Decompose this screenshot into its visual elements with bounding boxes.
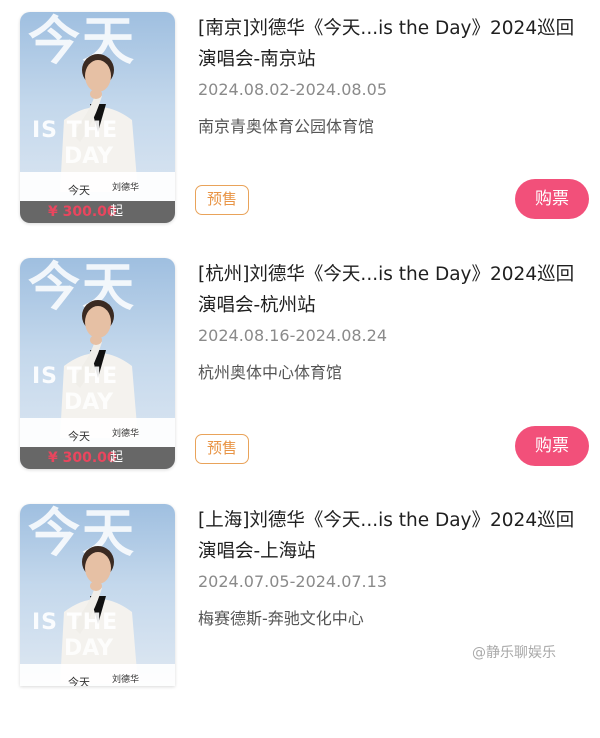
event-card-hangzhou[interactable]: 今天 IS THE DAY 今天 刘德华 ¥ 300.00 起 [杭州]刘德华《… <box>0 246 600 492</box>
event-venue: 南京青奥体育公园体育馆 <box>198 117 375 136</box>
price-value: ¥ 300.00 <box>48 204 117 220</box>
event-card-shanghai[interactable]: 今天 IS THE DAY 今天 刘德华 [上海]刘德华《今天...is the… <box>0 492 600 738</box>
poster-mini-name: 刘德华 <box>112 183 140 193</box>
poster-is-the: IS THE <box>32 610 119 635</box>
performer-photo <box>60 54 138 192</box>
presale-badge: 预售 <box>195 434 249 464</box>
buy-ticket-button[interactable]: 购票 <box>515 426 589 466</box>
poster-mini-title: 今天 <box>68 676 90 686</box>
event-title[interactable]: [杭州]刘德华《今天...is the Day》2024巡回演唱会-杭州站 <box>198 259 588 321</box>
poster-mini-name: 刘德华 <box>112 429 140 439</box>
price-value: ¥ 300.00 <box>48 450 117 466</box>
event-date: 2024.08.02-2024.08.05 <box>198 80 387 99</box>
presale-badge: 预售 <box>195 185 249 215</box>
buy-ticket-button[interactable]: 购票 <box>515 179 589 219</box>
event-venue: 梅赛德斯-奔驰文化中心 <box>198 609 364 628</box>
performer-photo <box>60 546 138 684</box>
performer-photo <box>60 300 138 438</box>
price-suffix: 起 <box>110 204 124 219</box>
event-title[interactable]: [上海]刘德华《今天...is the Day》2024巡回演唱会-上海站 <box>198 505 588 567</box>
poster-mini-title: 今天 <box>68 184 90 197</box>
poster-mini-title: 今天 <box>68 430 90 443</box>
event-card-nanjing[interactable]: 今天 IS THE DAY 今天 刘德华 ¥ 300.00 起 [南京]刘德华《… <box>0 0 600 246</box>
poster-footer <box>20 664 175 686</box>
poster-day: DAY <box>64 144 114 169</box>
event-venue: 杭州奥体中心体育馆 <box>198 363 343 382</box>
poster-day: DAY <box>64 636 114 661</box>
event-poster[interactable]: 今天 IS THE DAY 今天 刘德华 ¥ 300.00 起 <box>20 12 175 223</box>
event-poster[interactable]: 今天 IS THE DAY 今天 刘德华 <box>20 504 175 686</box>
poster-day: DAY <box>64 390 114 415</box>
price-suffix: 起 <box>110 450 124 465</box>
event-title[interactable]: [南京]刘德华《今天...is the Day》2024巡回演唱会-南京站 <box>198 13 588 75</box>
watermark: @静乐聊娱乐 <box>472 645 556 661</box>
poster-is-the: IS THE <box>32 364 119 389</box>
event-poster[interactable]: 今天 IS THE DAY 今天 刘德华 ¥ 300.00 起 <box>20 258 175 469</box>
poster-is-the: IS THE <box>32 118 119 143</box>
event-date: 2024.07.05-2024.07.13 <box>198 572 387 591</box>
event-date: 2024.08.16-2024.08.24 <box>198 326 387 345</box>
